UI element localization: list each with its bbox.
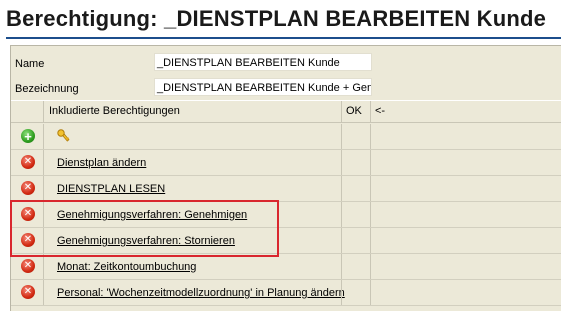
bezeichnung-field[interactable]: _DIENSTPLAN BEARBEITEN Kunde + Gene bbox=[154, 78, 372, 96]
name-field[interactable]: _DIENSTPLAN BEARBEITEN Kunde bbox=[154, 53, 372, 71]
cell-divider bbox=[370, 150, 371, 175]
page-title: Berechtigung: _DIENSTPLAN BEARBEITEN Kun… bbox=[6, 6, 547, 31]
grid-header: Inkludierte Berechtigungen OK <- bbox=[11, 100, 561, 123]
cell-divider bbox=[370, 124, 371, 149]
cell-divider bbox=[341, 202, 342, 227]
permission-link[interactable]: Personal: 'Wochenzeitmodellzuordnung' in… bbox=[57, 287, 345, 299]
cell-divider bbox=[341, 228, 342, 253]
cell-divider bbox=[341, 124, 342, 149]
row-header: + bbox=[11, 124, 44, 149]
bezeichnung-label: Bezeichnung bbox=[15, 83, 79, 95]
permission-link[interactable]: Dienstplan ändern bbox=[57, 157, 146, 169]
row-header: ✕ bbox=[11, 150, 44, 175]
row-header: ✕ bbox=[11, 280, 44, 305]
title-underline bbox=[6, 37, 561, 39]
row-header: ✕ bbox=[11, 254, 44, 279]
toolbar-row: + bbox=[11, 124, 561, 150]
table-row: ✕ Dienstplan ändern bbox=[11, 150, 561, 176]
header-divider bbox=[370, 101, 371, 122]
row-header: ✕ bbox=[11, 176, 44, 201]
header-divider bbox=[341, 101, 342, 122]
cell-divider bbox=[341, 254, 342, 279]
table-row: ✕ Personal: 'Wochenzeitmodellzuordnung' … bbox=[11, 280, 561, 306]
cell-divider bbox=[370, 202, 371, 227]
column-header-inkludierte[interactable]: Inkludierte Berechtigungen bbox=[49, 105, 180, 117]
cell-divider bbox=[370, 228, 371, 253]
name-label: Name bbox=[15, 58, 45, 70]
column-header-ok[interactable]: OK bbox=[346, 105, 362, 117]
cell-divider bbox=[370, 254, 371, 279]
add-icon[interactable]: + bbox=[21, 129, 35, 143]
cell-divider bbox=[370, 280, 371, 305]
permission-link[interactable]: Monat: Zeitkontoumbuchung bbox=[57, 261, 196, 273]
key-icon[interactable] bbox=[56, 128, 72, 144]
table-row: ✕ DIENSTPLAN LESEN bbox=[11, 176, 561, 202]
table-row: ✕ Monat: Zeitkontoumbuchung bbox=[11, 254, 561, 280]
header-divider bbox=[43, 101, 44, 122]
cell-divider bbox=[341, 176, 342, 201]
highlight-box bbox=[10, 200, 279, 257]
permission-link[interactable]: DIENSTPLAN LESEN bbox=[57, 183, 165, 195]
column-header-arrow[interactable]: <- bbox=[375, 105, 385, 117]
delete-icon[interactable]: ✕ bbox=[21, 181, 35, 195]
cell-divider bbox=[341, 150, 342, 175]
permission-panel: Name _DIENSTPLAN BEARBEITEN Kunde Bezeic… bbox=[10, 45, 561, 311]
cell-divider bbox=[370, 176, 371, 201]
delete-icon[interactable]: ✕ bbox=[21, 285, 35, 299]
delete-icon[interactable]: ✕ bbox=[21, 155, 35, 169]
cell-divider bbox=[341, 280, 342, 305]
delete-icon[interactable]: ✕ bbox=[21, 259, 35, 273]
